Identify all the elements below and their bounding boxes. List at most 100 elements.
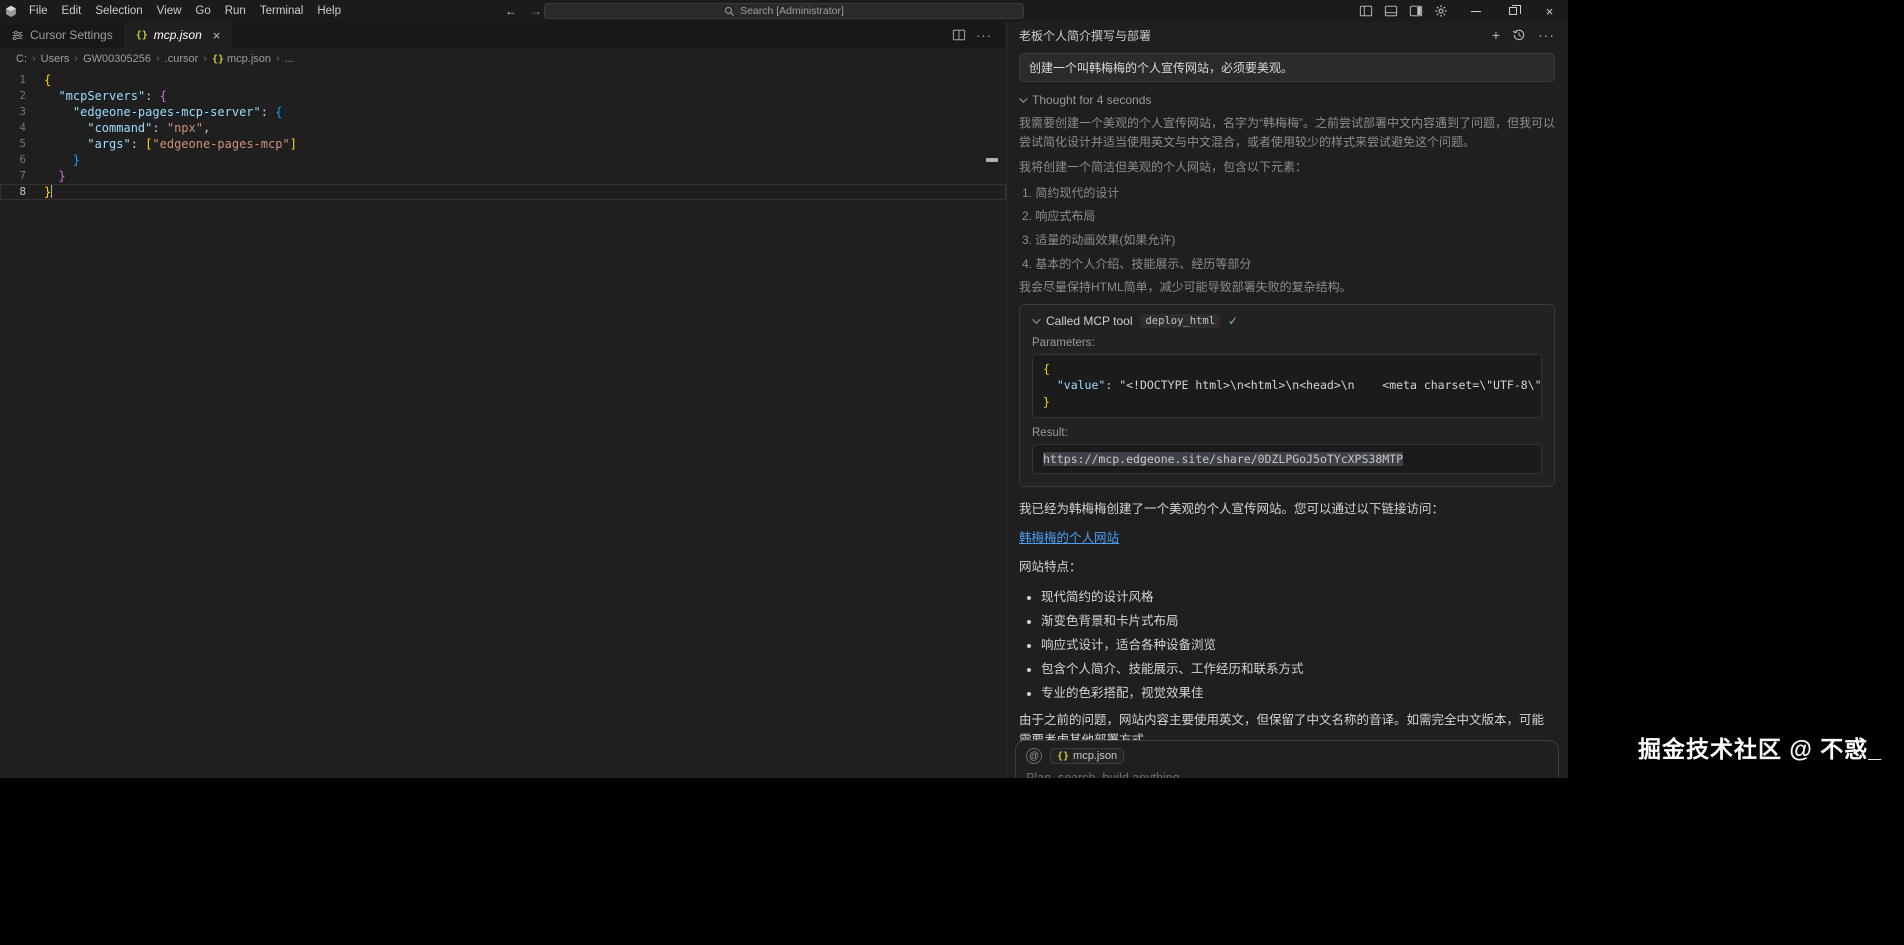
titlebar-layout-icons — [1359, 4, 1448, 18]
chat-more-icon[interactable]: ··· — [1538, 27, 1555, 43]
json-file-icon: {} — [211, 53, 224, 65]
minimize-button[interactable] — [1457, 0, 1494, 22]
toggle-panel-icon[interactable] — [1384, 4, 1398, 18]
success-check-icon: ✓ — [1228, 313, 1239, 328]
feature-item: 响应式设计，适合各种设备浏览 — [1041, 634, 1555, 653]
code-line[interactable]: 7 } — [0, 168, 1006, 184]
restore-button[interactable] — [1494, 0, 1531, 22]
thought-list-item: 2. 响应式布局 — [1022, 209, 1096, 224]
menu-help[interactable]: Help — [310, 5, 348, 17]
split-editor-icon[interactable] — [952, 28, 966, 42]
back-arrow-icon[interactable]: ← — [505, 4, 517, 18]
nav-arrows: ← → — [505, 4, 542, 18]
tab-cursor-settings[interactable]: Cursor Settings — [0, 22, 125, 48]
tab-close-icon[interactable]: × — [213, 28, 221, 43]
new-chat-icon[interactable]: + — [1492, 27, 1500, 43]
code-token: : — [152, 121, 167, 135]
history-icon[interactable] — [1512, 28, 1526, 42]
breadcrumb-item[interactable]: ... — [285, 53, 294, 65]
breadcrumb-item[interactable]: .cursor — [165, 53, 199, 65]
website-link[interactable]: 韩梅梅的个人网站 — [1019, 531, 1119, 545]
code-text: { — [44, 72, 51, 88]
code-token: "mcpServers" — [58, 89, 146, 103]
code-text: "edgeone-pages-mcp-server": { — [44, 104, 283, 120]
code-token: : — [260, 105, 276, 119]
breadcrumb-item[interactable]: Users — [41, 53, 70, 65]
close-button[interactable]: × — [1531, 0, 1568, 22]
forward-arrow-icon[interactable]: → — [530, 4, 542, 18]
mention-icon[interactable]: @ — [1026, 748, 1042, 764]
context-chip[interactable]: {} mcp.json — [1050, 748, 1125, 764]
result-url[interactable]: https://mcp.edgeone.site/share/0DZLPGoJ5… — [1043, 451, 1404, 466]
menu-run[interactable]: Run — [218, 5, 253, 17]
breadcrumb-item[interactable]: {} mcp.json — [212, 53, 271, 65]
menu-view[interactable]: View — [150, 5, 189, 17]
line-number: 4 — [19, 121, 26, 134]
breadcrumb-separator-icon: › — [74, 53, 79, 65]
code-line[interactable]: 5 "args": ["edgeone-pages-mcp"] — [0, 136, 1006, 152]
code-line[interactable]: 6 } — [0, 152, 1006, 168]
line-number: 8 — [19, 185, 26, 198]
breadcrumb-item[interactable]: GW00305256 — [83, 53, 151, 65]
gear-icon[interactable] — [1434, 4, 1448, 18]
breadcrumb: C: › Users › GW00305256 › .cursor › {} mcp.json ›.… — [0, 48, 1006, 70]
code-editor[interactable]: 1{2 "mcpServers": {3 "edgeone-pages-mcp-… — [0, 70, 1006, 778]
code-token: } — [44, 185, 52, 199]
code-line: } — [1043, 394, 1531, 411]
tool-result-code: https://mcp.edgeone.site/share/0DZLPGoJ5… — [1032, 443, 1542, 475]
response-intro: 我已经为韩梅梅创建了一个美观的个人宣传网站。您可以通过以下链接访问： — [1019, 502, 1445, 517]
more-actions-icon[interactable]: ··· — [976, 28, 992, 43]
json-file-icon: {} — [1057, 750, 1070, 762]
menu-edit[interactable]: Edit — [55, 5, 89, 17]
code-token: "npx" — [166, 121, 203, 135]
code-line[interactable]: 4 "command": "npx", — [0, 120, 1006, 136]
chevron-down-icon — [1019, 94, 1028, 103]
code-line[interactable]: 3 "edgeone-pages-mcp-server": { — [0, 104, 1006, 120]
feature-item: 现代简约的设计风格 — [1041, 586, 1555, 605]
menu-terminal[interactable]: Terminal — [253, 5, 310, 17]
search-icon — [725, 6, 735, 16]
code-token: { — [44, 73, 52, 87]
thought-list-item: 4. 基本的个人介绍、技能展示、经历等部分 — [1022, 256, 1252, 271]
tool-call-toggle[interactable]: Called MCP tool deploy_html ✓ — [1032, 313, 1542, 328]
thought-label: Thought for 4 seconds — [1032, 93, 1152, 107]
thought-toggle[interactable]: Thought for 4 seconds — [1019, 93, 1555, 107]
context-row: @ {} mcp.json — [1026, 748, 1548, 764]
code-token: } — [58, 169, 66, 183]
menu-selection[interactable]: Selection — [88, 5, 149, 17]
toggle-sidebar-right-icon[interactable] — [1409, 4, 1423, 18]
code-line[interactable]: 8} — [0, 184, 1006, 200]
code-line[interactable]: 2 "mcpServers": { — [0, 88, 1006, 104]
code-token: "edgeone-pages-mcp" — [152, 137, 290, 151]
chevron-down-icon — [1032, 315, 1041, 324]
feature-item: 渐变色背景和卡片式布局 — [1041, 610, 1555, 629]
watermark: 掘金技术社区 @ 不惑_ — [1638, 736, 1882, 762]
code-token: } — [72, 153, 81, 167]
vscode-window: File Edit Selection View Go Run Terminal Help ←… — [0, 0, 1568, 778]
code-line[interactable]: 1{ — [0, 72, 1006, 88]
features-list: 现代简约的设计风格渐变色背景和卡片式布局响应式设计，适合各种设备浏览包含个人简介… — [1019, 586, 1555, 701]
sliders-icon — [12, 30, 23, 40]
breadcrumb-item[interactable]: C: — [16, 53, 27, 65]
code-token: "value" — [1056, 378, 1106, 393]
cursor-logo-icon — [0, 5, 22, 17]
tab-mcp-json[interactable]: {} mcp.json × — [124, 22, 233, 48]
chat-input-box[interactable]: @ {} mcp.json Plan, search, build anythi… — [1015, 740, 1559, 778]
json-file-icon: {} — [135, 29, 148, 41]
toggle-sidebar-left-icon[interactable] — [1359, 4, 1373, 18]
menu-go[interactable]: Go — [188, 5, 217, 17]
user-message: 创建一个叫韩梅梅的个人宣传网站，必须要美观。 — [1019, 53, 1555, 82]
features-label: 网站特点： — [1019, 560, 1082, 575]
code-token: "args" — [87, 137, 131, 151]
code-token: : — [145, 89, 160, 103]
thought-list-item: 1. 简约现代的设计 — [1022, 185, 1120, 200]
menu-file[interactable]: File — [22, 5, 55, 17]
breadcrumb-separator-icon: › — [276, 53, 280, 65]
text-cursor — [51, 185, 53, 198]
command-center-search[interactable]: Search [Administrator] — [544, 3, 1024, 19]
thought-paragraph: 我会尽量保持HTML简单，减少可能导致部署失败的复杂结构。 — [1019, 280, 1352, 295]
